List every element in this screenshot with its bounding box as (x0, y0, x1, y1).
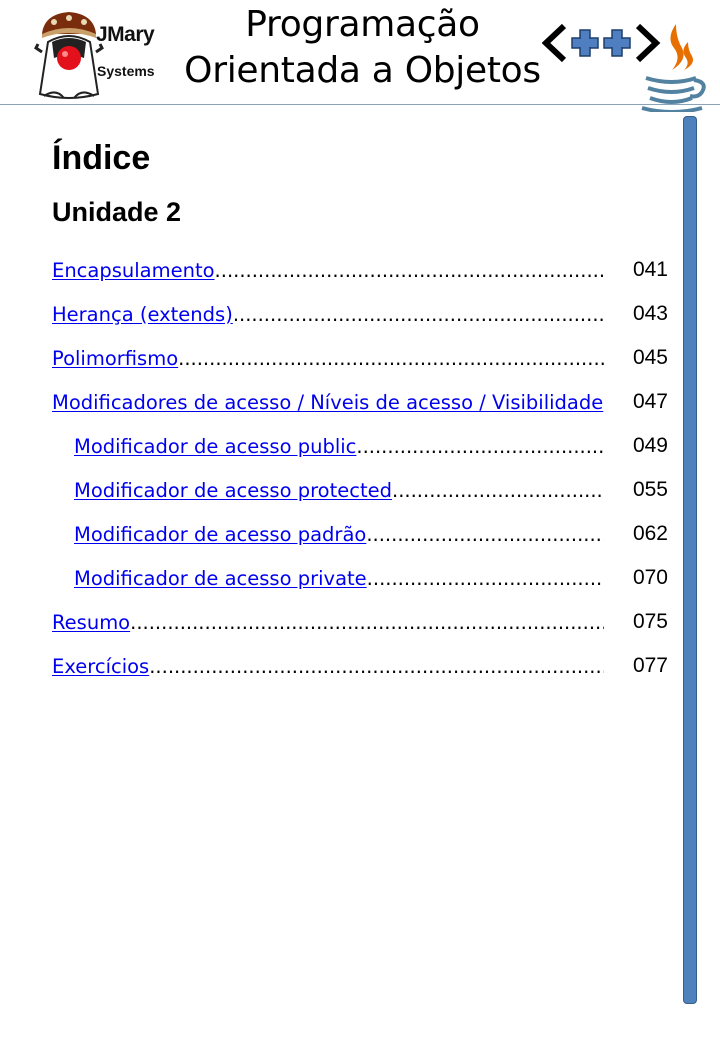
java-icon (641, 24, 706, 112)
unit-heading: Unidade 2 (52, 197, 182, 227)
toc-page-number: 041 (632, 258, 668, 281)
toc-link[interactable]: Polimorfismo (52, 347, 178, 370)
toc-page-number: 070 (632, 566, 668, 589)
toc-page-number: 062 (632, 522, 668, 545)
title-line-1: Programação (245, 4, 480, 45)
toc-page-number: 047 (632, 390, 668, 413)
toc-entry: Encapsulamento 041 (52, 248, 668, 292)
page-header: JMary Systems Programação Orientada a Ob… (0, 0, 720, 112)
page-title: Programação Orientada a Objetos (150, 2, 575, 94)
header-divider (0, 104, 720, 105)
logo-brand: JMary (96, 23, 155, 46)
toc-link[interactable]: Modificador de acesso public (74, 435, 356, 458)
toc-leader-dots (215, 259, 604, 282)
toc-subentry: Modificador de acesso protected 055 (52, 468, 668, 512)
toc-link[interactable]: Resumo (52, 611, 130, 634)
toc-entry: Polimorfismo 045 (52, 336, 668, 380)
side-accent-bar (683, 116, 697, 1004)
toc-leader-dots (392, 479, 604, 502)
toc-link[interactable]: Exercícios (52, 655, 149, 678)
index-heading: Índice (52, 139, 151, 177)
toc-leader-dots (178, 347, 604, 370)
toc-page-number: 077 (632, 654, 668, 677)
toc-link[interactable]: Encapsulamento (52, 259, 215, 282)
toc-link[interactable]: Modificadores de acesso / Níveis de aces… (52, 391, 603, 414)
jmary-mascot-icon (34, 12, 104, 99)
toc-leader-dots (603, 391, 604, 414)
toc-link[interactable]: Modificador de acesso protected (74, 479, 392, 502)
content-area: Índice Unidade 2 (52, 136, 672, 230)
toc-entry: Resumo 075 (52, 600, 668, 644)
toc-leader-dots (149, 655, 604, 678)
jmary-logo: JMary Systems (34, 8, 168, 102)
toc-page-number: 043 (632, 302, 668, 325)
toc-page-number: 045 (632, 346, 668, 369)
toc-link[interactable]: Modificador de acesso private (74, 567, 367, 590)
title-line-2: Orientada a Objetos (184, 50, 541, 91)
toc-page-number: 075 (632, 610, 668, 633)
toc-subentry: Modificador de acesso padrão 062 (52, 512, 668, 556)
logo-subtitle: Systems (97, 63, 155, 79)
toc-leader-dots (356, 435, 604, 458)
toc-leader-dots (367, 567, 604, 590)
toc-leader-dots (366, 523, 604, 546)
toc-page-number: 055 (632, 478, 668, 501)
toc-entry: Exercícios 077 (52, 644, 668, 688)
toc-link[interactable]: Modificador de acesso padrão (74, 523, 366, 546)
toc-link[interactable]: Herança (extends) (52, 303, 233, 326)
toc-leader-dots (130, 611, 604, 634)
table-of-contents: Encapsulamento 041 Herança (extends) 043… (52, 248, 668, 688)
toc-page-number: 049 (632, 434, 668, 457)
toc-leader-dots (233, 303, 604, 326)
toc-subentry: Modificador de acesso public 049 (52, 424, 668, 468)
toc-subentry: Modificador de acesso private 070 (52, 556, 668, 600)
toc-entry: Modificadores de acesso / Níveis de aces… (52, 380, 668, 424)
toc-entry: Herança (extends) 043 (52, 292, 668, 336)
